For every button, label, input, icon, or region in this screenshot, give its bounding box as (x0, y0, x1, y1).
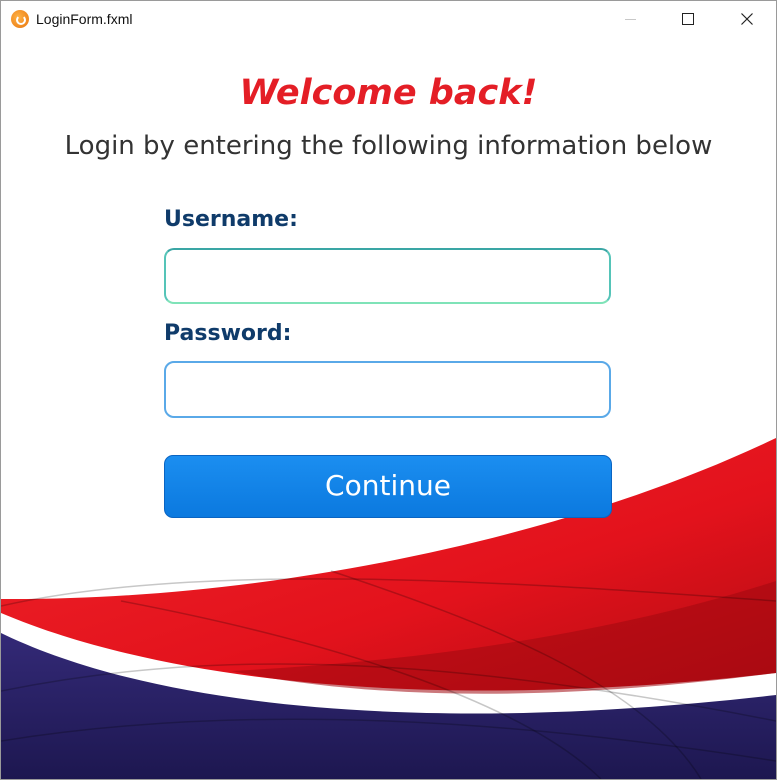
maximize-icon (682, 13, 694, 25)
maximize-button[interactable] (659, 1, 717, 37)
minimize-button[interactable] (601, 1, 659, 37)
password-field[interactable] (164, 361, 611, 418)
password-label: Password: (164, 321, 292, 346)
app-icon (11, 10, 29, 28)
login-instructions: Login by entering the following informat… (64, 131, 713, 161)
close-icon (741, 13, 753, 25)
window-title: LoginForm.fxml (36, 11, 133, 27)
welcome-heading: Welcome back! (239, 73, 538, 113)
continue-button[interactable]: Continue (164, 455, 612, 518)
login-window: LoginForm.fxml Welcome back! Login by en… (0, 0, 777, 780)
minimize-icon (624, 18, 636, 20)
username-label: Username: (164, 207, 298, 232)
username-field[interactable] (164, 248, 611, 304)
close-button[interactable] (718, 1, 776, 37)
title-bar: LoginForm.fxml (1, 1, 776, 37)
